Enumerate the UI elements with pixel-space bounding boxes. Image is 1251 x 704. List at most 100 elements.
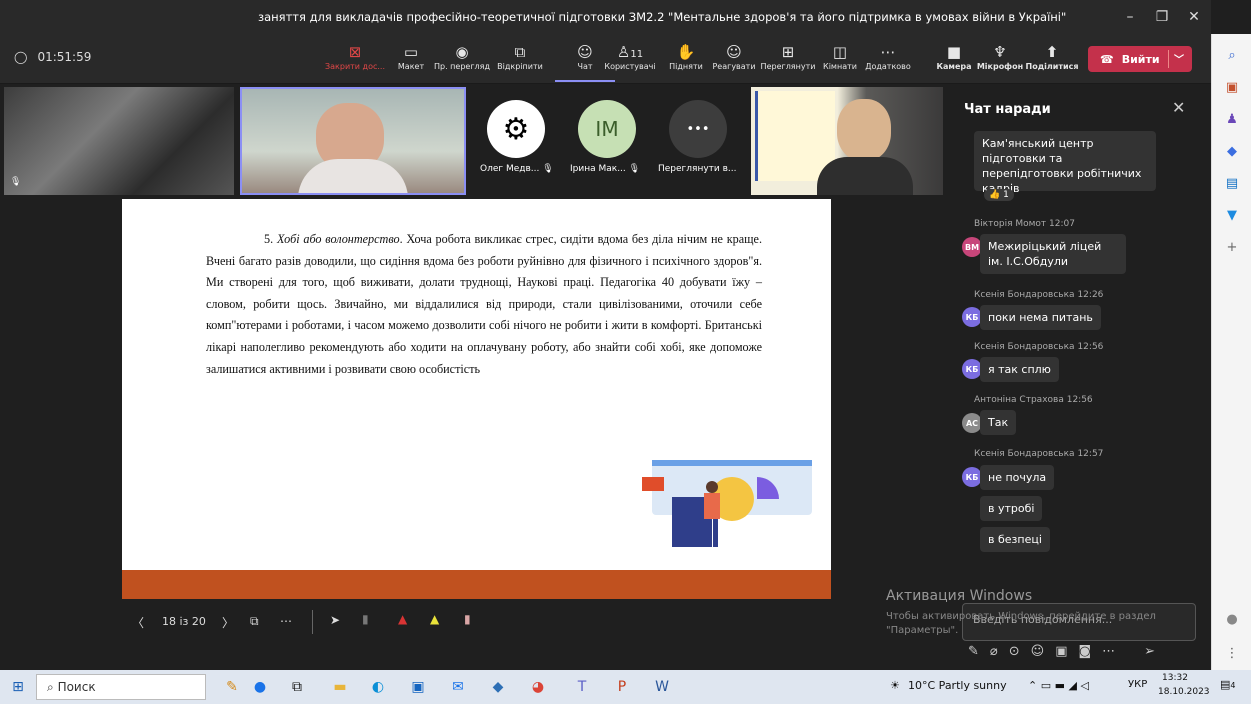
word-icon[interactable]: W xyxy=(652,677,672,697)
thumbs-up-icon: 👍 xyxy=(989,190,1001,200)
gear-icon: ⚙ xyxy=(502,111,530,147)
teams-chat-icon[interactable]: ● xyxy=(250,677,270,697)
mic-button[interactable]: ♆ Мікрофон xyxy=(970,42,1030,71)
chat-meta: Ксенія Бондаровська 12:57 xyxy=(974,449,1104,459)
loop-icon[interactable]: ⊙ xyxy=(1009,644,1020,664)
pen-red-icon[interactable]: ▲ xyxy=(398,612,407,626)
people-app-icon[interactable]: ♟ xyxy=(1224,112,1240,128)
edge-icon[interactable]: ◐ xyxy=(368,677,388,697)
gif-icon[interactable]: ▣ xyxy=(1055,644,1067,664)
store-icon[interactable]: ▣ xyxy=(408,677,428,697)
unpin-button[interactable]: ⧉ Відкріпити xyxy=(490,42,550,71)
highlighter-icon[interactable]: ▲ xyxy=(430,612,439,626)
pointer-icon[interactable]: ➤ xyxy=(330,613,340,627)
more-button[interactable]: ⋯ Додатково xyxy=(858,42,918,71)
window-titlebar: заняття для викладачів професійно-теорет… xyxy=(0,0,1211,34)
clock-date[interactable]: 18.10.2023 xyxy=(1158,687,1210,697)
close-box-icon: ⊠ xyxy=(348,43,362,61)
next-slide-icon[interactable]: 〉 xyxy=(222,614,234,631)
minimize-button[interactable]: – xyxy=(1118,6,1142,28)
weather-text[interactable]: 10°C Partly sunny xyxy=(908,679,1007,692)
prev-slide-icon[interactable]: 〈 xyxy=(132,614,144,631)
chat-header: Чат наради xyxy=(964,102,1051,117)
search-icon[interactable]: ⌕ xyxy=(1224,48,1240,64)
view-all-avatar[interactable]: ••• xyxy=(669,100,727,158)
meeting-toolbar: ◯ 01:51:59 ⊠ Закрити дос... ▭ Макет ◉ Пр. п… xyxy=(0,34,1211,84)
widgets-icon[interactable]: ✎ xyxy=(222,677,242,697)
send-icon[interactable]: ➢ xyxy=(1144,644,1155,664)
taskbar: ⊞ ⌕ Поиск ✎ ● ⧉ ▬ ◐ ▣ ✉ ◆ ◕ T P W ☀ 10°C… xyxy=(0,670,1251,704)
leave-button[interactable]: ☎ Вийти ﹀ xyxy=(1088,46,1192,72)
powerpoint-icon[interactable]: P xyxy=(612,677,632,697)
chat-message: не почула xyxy=(980,465,1055,490)
chat-message: Так xyxy=(980,410,1017,435)
explorer-icon[interactable]: ▬ xyxy=(330,677,350,697)
reaction-badge[interactable]: 👍 1 xyxy=(984,189,1014,201)
mic-icon: ♆ xyxy=(993,43,1007,61)
people-button[interactable]: ♙11 Користувачі xyxy=(600,42,660,71)
briefcase-icon[interactable]: ▣ xyxy=(1224,80,1240,96)
taskbar-search[interactable]: ⌕ Поиск xyxy=(36,674,206,700)
window-title: заняття для викладачів професійно-теорет… xyxy=(258,10,1067,24)
chrome-icon[interactable]: ◕ xyxy=(528,677,548,697)
breakout-rooms-button[interactable]: ⊞ Переглянути xyxy=(758,42,818,71)
windows-start-icon[interactable]: ⊞ xyxy=(8,677,28,697)
video-tile-presenter[interactable] xyxy=(751,87,943,195)
view-all-label[interactable]: Переглянути в... xyxy=(658,164,737,174)
format-icon[interactable]: ✎ xyxy=(968,644,979,664)
avatar[interactable]: КБ xyxy=(962,307,982,327)
preview-button[interactable]: ◉ Пр. перегляд xyxy=(432,42,492,71)
share-button[interactable]: ⬆ Поділитися xyxy=(1022,42,1082,71)
notifications-icon[interactable]: ▤4 xyxy=(1220,678,1236,691)
profile-icon[interactable]: ● xyxy=(1224,612,1240,628)
maximize-button[interactable]: ❐ xyxy=(1150,6,1174,28)
attach-icon[interactable]: ⌀ xyxy=(990,644,998,664)
participant-avatar-iryna[interactable]: ІМ xyxy=(578,100,636,158)
stop-sharing-button[interactable]: ⊠ Закрити дос... xyxy=(325,42,385,71)
grid-view-icon[interactable]: ⧉ xyxy=(250,614,259,629)
more-dots-icon[interactable]: ⋯ xyxy=(280,614,292,628)
chat-message: я так сплю xyxy=(980,357,1059,382)
task-view-icon[interactable]: ⧉ xyxy=(287,677,307,697)
plus-icon[interactable]: + xyxy=(1224,240,1240,256)
react-button[interactable]: ☺ Реагувати xyxy=(704,42,764,71)
video-tile-speaker[interactable] xyxy=(240,87,466,195)
right-rail: ⌕ ▣ ♟ ◆ ▤ ▼ + ● ⋮ xyxy=(1211,34,1251,670)
avatar[interactable]: КБ xyxy=(962,467,982,487)
participant-avatar-oleg[interactable]: ⚙ xyxy=(487,100,545,158)
video-tile-room[interactable]: 🎙 xyxy=(4,87,234,195)
slide-footer-bar xyxy=(122,570,831,599)
teams-icon[interactable]: T xyxy=(572,677,592,697)
language-indicator[interactable]: УКР xyxy=(1128,679,1147,690)
clock-time[interactable]: 13:32 xyxy=(1162,673,1188,683)
avatar[interactable]: АС xyxy=(962,413,982,433)
mail-icon[interactable]: ✉ xyxy=(448,677,468,697)
chat-message: в безпеці xyxy=(980,527,1050,552)
mic-off-icon: 🎙 xyxy=(628,164,641,174)
pen-black-icon[interactable]: ▮ xyxy=(362,612,369,626)
people-icon: ♙11 xyxy=(616,43,644,61)
timer-text: 01:51:59 xyxy=(37,50,92,64)
eraser-icon[interactable]: ▮ xyxy=(464,612,471,626)
chevron-down-icon[interactable]: ﹀ xyxy=(1174,51,1184,66)
slide-pager: 18 із 20 xyxy=(162,615,206,628)
more-dots-icon[interactable]: ⋯ xyxy=(1102,644,1115,664)
emoji-icon[interactable]: ☺ xyxy=(1031,644,1045,664)
slide-body: . Хоча робота викликає стрес, сидіти вдо… xyxy=(206,232,763,376)
smile-icon: ☺ xyxy=(726,43,742,61)
sticker-icon[interactable]: ◙ xyxy=(1079,644,1092,664)
tray-icons[interactable]: ⌃ ▭ ▬ ◢ ◁ xyxy=(1028,679,1089,692)
copilot-icon[interactable]: ◆ xyxy=(1224,144,1240,160)
eye-icon: ◉ xyxy=(455,43,469,61)
speaker-body xyxy=(298,159,408,193)
app-icon[interactable]: ◆ xyxy=(488,677,508,697)
send-app-icon[interactable]: ▼ xyxy=(1224,208,1240,224)
more-vert-icon[interactable]: ⋮ xyxy=(1224,646,1240,662)
avatar[interactable]: КБ xyxy=(962,359,982,379)
shared-slide: 5. Хобі або волонтерство. Хоча робота ви… xyxy=(122,199,831,599)
chat-meta: Ксенія Бондаровська 12:56 xyxy=(974,342,1104,352)
close-window-button[interactable]: ✕ xyxy=(1182,6,1206,28)
close-chat-icon[interactable]: ✕ xyxy=(1172,98,1185,117)
avatar[interactable]: ВМ xyxy=(962,237,982,257)
outlook-icon[interactable]: ▤ xyxy=(1224,176,1240,192)
